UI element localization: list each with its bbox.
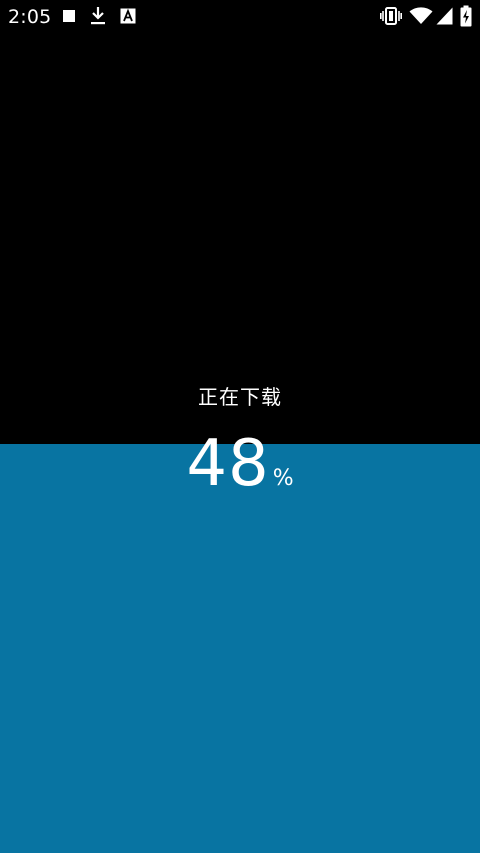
download-status-label: 正在下载: [198, 385, 282, 409]
vibrate-icon: [380, 7, 402, 25]
download-progress-fill: [0, 444, 480, 853]
a-letter-icon: [120, 8, 136, 24]
download-percent-unit: %: [272, 466, 294, 491]
battery-charging-icon: [460, 5, 472, 27]
status-time: 2:05: [8, 6, 52, 28]
status-bar: 2:05: [0, 0, 480, 32]
download-icon: [91, 7, 105, 25]
download-screen: 2:05 正在下载 48%: [0, 0, 480, 853]
download-percent: 48%: [0, 428, 480, 500]
download-percent-value: 48: [186, 427, 270, 501]
wifi-icon: [409, 7, 433, 24]
stop-square-icon: [63, 10, 75, 22]
signal-icon: [436, 7, 453, 25]
